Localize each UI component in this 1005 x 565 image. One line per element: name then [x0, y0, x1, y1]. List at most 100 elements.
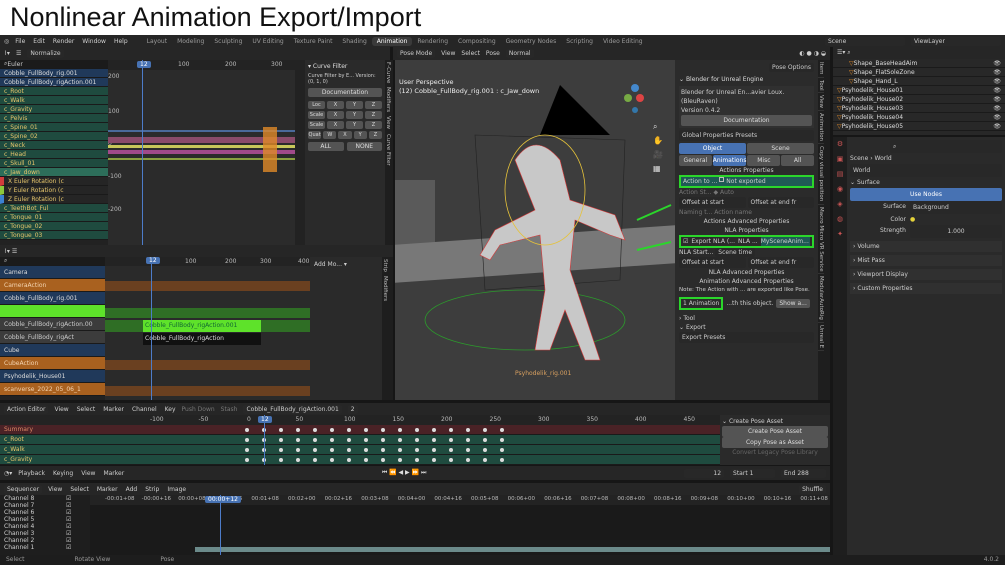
- menu-view[interactable]: View: [54, 406, 68, 413]
- nla-track[interactable]: Cobble_FullBody_rigAction.00: [0, 318, 105, 331]
- graph-scrollbar[interactable]: [295, 70, 305, 245]
- keyframe[interactable]: [313, 428, 317, 432]
- keyframe[interactable]: [364, 448, 368, 452]
- tab-uv-editing[interactable]: UV Editing: [247, 37, 288, 46]
- action-selector[interactable]: Cobble_FullBody_rigAction.001: [243, 404, 342, 414]
- channel-mute-checkbox[interactable]: ☑: [66, 495, 71, 502]
- action-export-dropdown[interactable]: Not exported: [726, 177, 765, 186]
- filter-button[interactable]: Z: [365, 111, 382, 119]
- keyframe[interactable]: [279, 428, 283, 432]
- outliner-item[interactable]: ▽ Psyhodelik_House03 👁: [833, 104, 1005, 113]
- tab-rendering[interactable]: Rendering: [412, 37, 453, 46]
- sidebar-tab[interactable]: View: [818, 93, 824, 112]
- tab-video-editing[interactable]: Video Editing: [598, 37, 648, 46]
- channel-mute-checkbox[interactable]: ☑: [66, 537, 71, 544]
- sidebar-tab[interactable]: Modifiers: [382, 274, 388, 303]
- keyframe[interactable]: [415, 448, 419, 452]
- keyframe[interactable]: [364, 458, 368, 462]
- keyframe[interactable]: [449, 428, 453, 432]
- filter-button[interactable]: Z: [368, 131, 383, 139]
- mode-selector[interactable]: Pose Mode: [397, 49, 436, 58]
- filter-button[interactable]: X: [327, 121, 344, 129]
- select-menu[interactable]: Select: [461, 50, 480, 57]
- action-channel-row[interactable]: c_Root: [0, 435, 720, 445]
- sequencer-channel[interactable]: Channel 1 ☑: [0, 544, 90, 551]
- tab-sculpting[interactable]: Sculpting: [209, 37, 247, 46]
- keyframe[interactable]: [347, 448, 351, 452]
- keyframe[interactable]: [500, 438, 504, 442]
- visibility-icon[interactable]: 👁: [993, 69, 1005, 76]
- keyframe[interactable]: [381, 428, 385, 432]
- filter-button[interactable]: Loc: [308, 101, 325, 109]
- sidebar-tab[interactable]: Item: [818, 60, 824, 78]
- keyframe[interactable]: [364, 428, 368, 432]
- keyframe[interactable]: [466, 428, 470, 432]
- keyframe[interactable]: [279, 458, 283, 462]
- surface-panel[interactable]: Surface: [857, 179, 880, 186]
- action-to-export-row[interactable]: Action to ... Not exported: [679, 175, 814, 188]
- tab-layout[interactable]: Layout: [142, 37, 172, 46]
- action-channel-row[interactable]: c_Walk: [0, 445, 720, 455]
- properties-tabs[interactable]: ⚙ ▣ ▤ ◉ ◈ ◍ ✦: [833, 137, 847, 555]
- filter-button[interactable]: X: [327, 101, 344, 109]
- nla-name-field[interactable]: MySceneAnim...: [760, 237, 810, 246]
- keyframe[interactable]: [500, 428, 504, 432]
- editor-type-icon[interactable]: ⌇▾: [4, 50, 10, 57]
- export-nla-row[interactable]: ☑ Export NLA (... NLA ... MySceneAnim...: [679, 235, 814, 248]
- documentation-button[interactable]: Documentation: [308, 88, 382, 97]
- sidebar-tab[interactable]: Macro Micro VR Service: [818, 205, 824, 275]
- keyframe[interactable]: [432, 458, 436, 462]
- animation-advanced-heading[interactable]: Animation Advanced Properties: [679, 277, 814, 286]
- panel-custom-properties[interactable]: › Custom Properties: [850, 283, 1002, 294]
- menu-select[interactable]: Select: [77, 406, 96, 413]
- sidebar-tab[interactable]: Tool: [818, 78, 824, 94]
- keyframe[interactable]: [398, 458, 402, 462]
- channel-row[interactable]: X Euler Rotation (c: [0, 177, 108, 186]
- subtab-misc[interactable]: Misc: [747, 155, 781, 166]
- menu-marker[interactable]: Marker: [97, 486, 118, 493]
- nla-strip-active[interactable]: Cobble_FullBody_rigAction.001: [143, 320, 261, 332]
- channel-search-input[interactable]: Euler: [7, 61, 22, 68]
- menu-view[interactable]: View: [48, 486, 62, 493]
- keyframe[interactable]: [381, 448, 385, 452]
- create-pose-button[interactable]: Create Pose Asset: [722, 426, 828, 437]
- keyframe[interactable]: [347, 428, 351, 432]
- channel-row[interactable]: c_Gravity: [0, 105, 108, 114]
- copy-pose-button[interactable]: Copy Pose as Asset: [722, 437, 828, 448]
- keyframe[interactable]: [330, 458, 334, 462]
- filter-button[interactable]: W: [323, 131, 337, 139]
- outliner-item[interactable]: ▽ Psyhodelik_House04 👁: [833, 113, 1005, 122]
- keyframe[interactable]: [449, 438, 453, 442]
- channel-mute-checkbox[interactable]: ☑: [66, 523, 71, 530]
- documentation-button[interactable]: Documentation: [681, 115, 812, 126]
- menu-keying[interactable]: Keying: [53, 470, 73, 477]
- viewlayer-selector[interactable]: ViewLayer: [911, 36, 1001, 46]
- tab-object[interactable]: Object: [679, 143, 746, 154]
- all-button[interactable]: ALL: [308, 142, 344, 151]
- nla-track[interactable]: Camera: [0, 266, 105, 279]
- channel-mute-checkbox[interactable]: ☑: [66, 516, 71, 523]
- strength-field[interactable]: 1.000: [910, 225, 1002, 238]
- menu-marker[interactable]: Marker: [103, 406, 124, 413]
- keyframe[interactable]: [449, 448, 453, 452]
- channel-mute-checkbox[interactable]: ☑: [66, 509, 71, 516]
- channel-row[interactable]: c_Spine_01: [0, 123, 108, 132]
- menu-playback[interactable]: Playback: [18, 470, 45, 477]
- visibility-icon[interactable]: 👁: [993, 114, 1005, 121]
- sidebar-tab[interactable]: Strip: [382, 257, 388, 274]
- color-socket[interactable]: ●: [910, 214, 915, 225]
- tab-shading[interactable]: Shading: [337, 37, 371, 46]
- world-selector[interactable]: World: [850, 164, 1002, 177]
- sequencer-time-indicator[interactable]: 00:00+12: [205, 496, 241, 503]
- nla-track[interactable]: scanverse_2022_05_06_1: [0, 383, 105, 396]
- transform-orientation[interactable]: Normal: [505, 49, 534, 58]
- blender-logo-icon[interactable]: ◎: [4, 38, 9, 45]
- pose-menu[interactable]: Pose: [486, 50, 500, 57]
- visibility-icon[interactable]: 👁: [993, 105, 1005, 112]
- channel-row[interactable]: Y Euler Rotation (c: [0, 186, 108, 195]
- sequencer-channel[interactable]: Channel 4 ☑: [0, 523, 90, 530]
- nla-track[interactable]: CubeAction: [0, 357, 105, 370]
- channel-row[interactable]: c_Pelvis: [0, 114, 108, 123]
- outliner-item[interactable]: ▽ Psyhodelik_House05 👁: [833, 122, 1005, 131]
- nla-track[interactable]: [0, 305, 105, 318]
